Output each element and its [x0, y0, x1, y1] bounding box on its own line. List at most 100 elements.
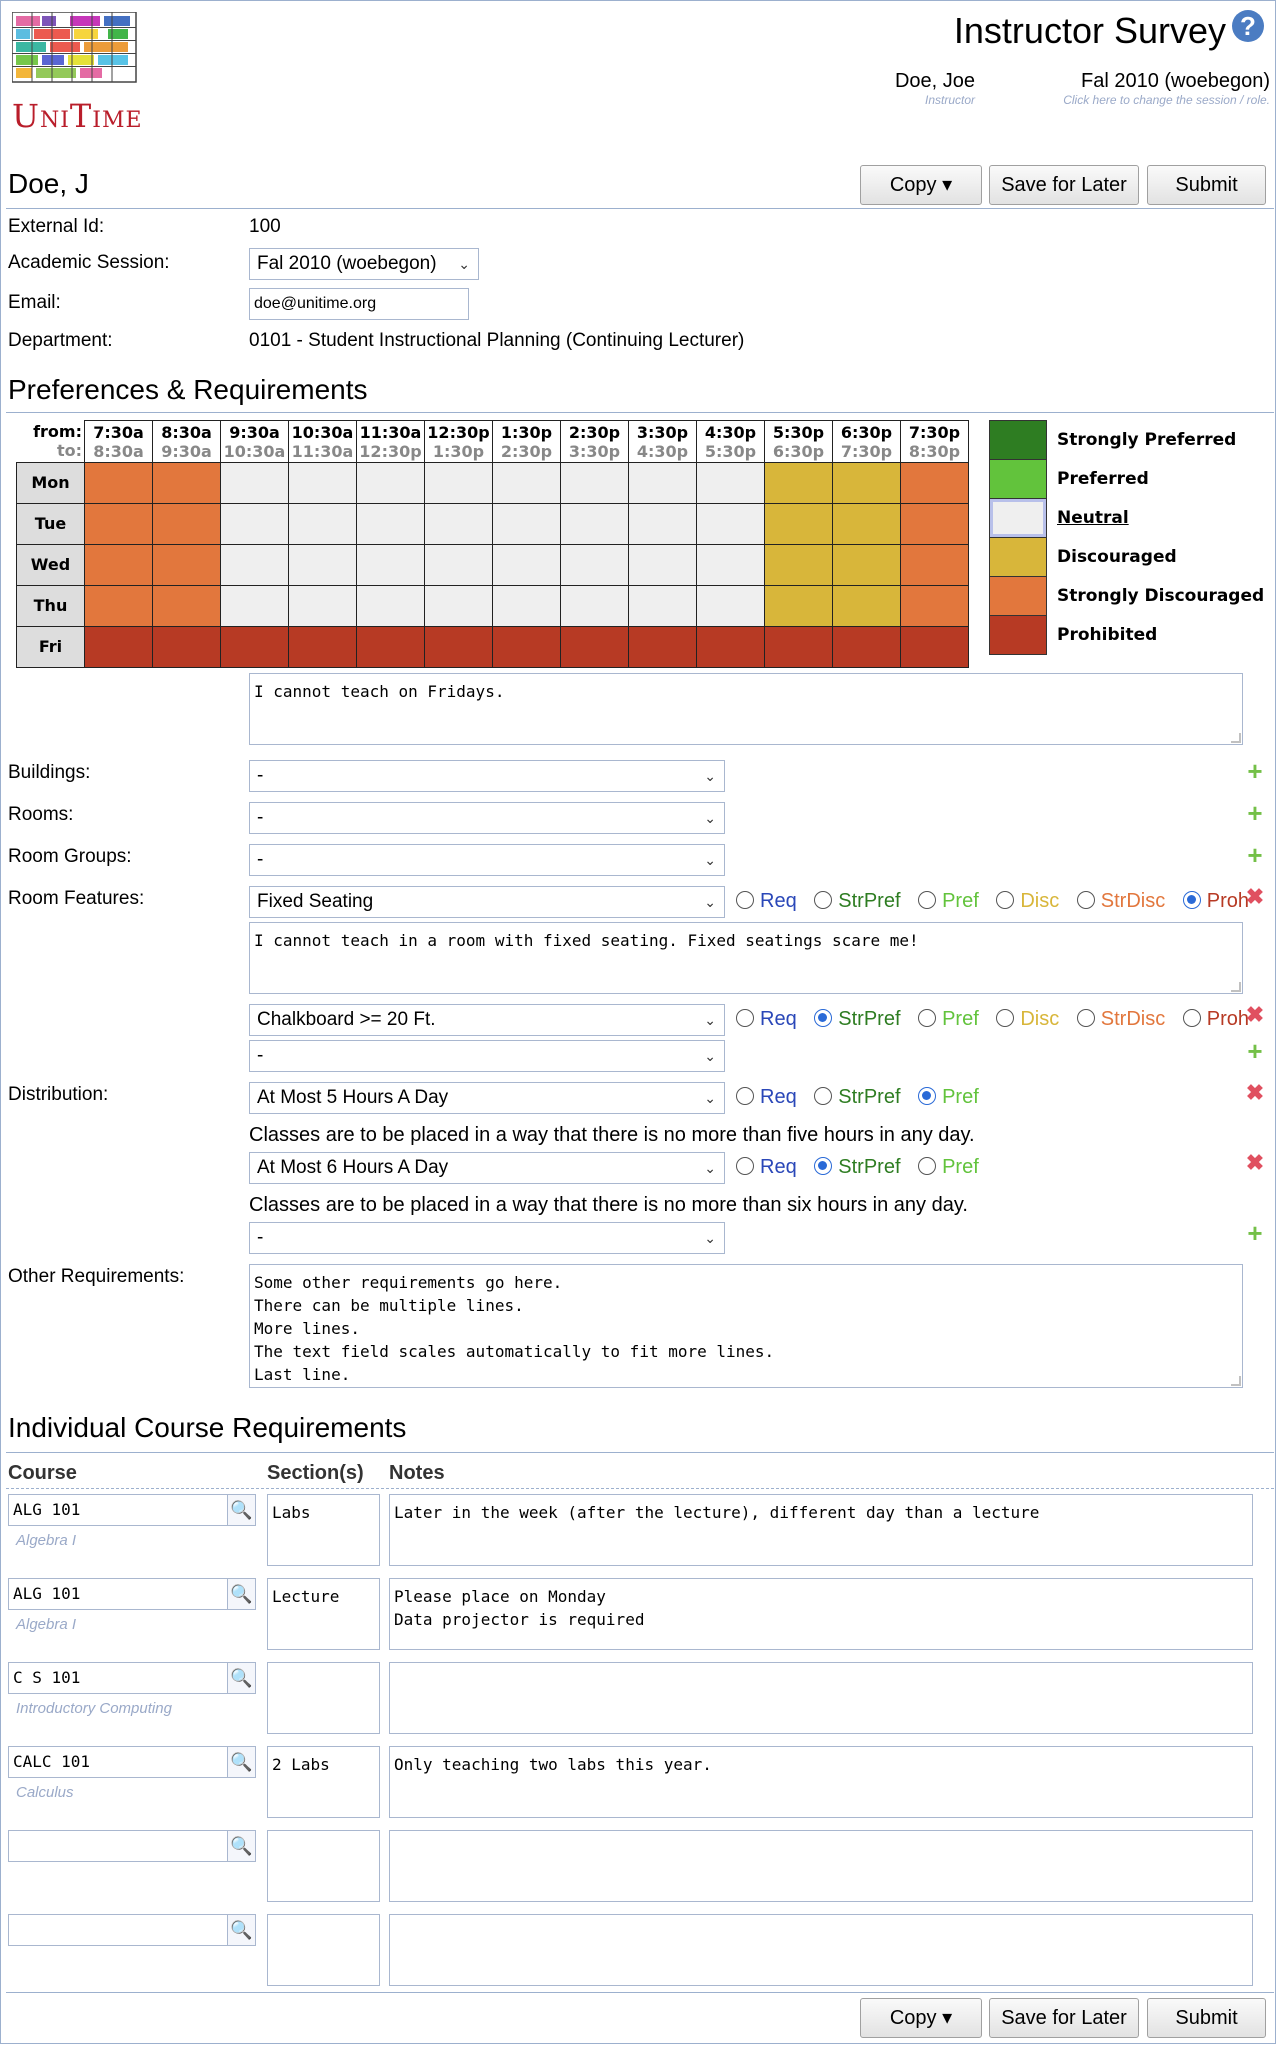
search-icon[interactable]: 🔍	[228, 1746, 256, 1778]
level-req[interactable]: Req	[736, 1156, 797, 1178]
level-pref[interactable]: Pref	[918, 1008, 979, 1030]
time-cell[interactable]	[764, 503, 833, 545]
time-cell[interactable]	[900, 626, 969, 668]
time-cell[interactable]	[424, 503, 493, 545]
time-cell[interactable]	[628, 462, 697, 504]
time-cell[interactable]	[492, 585, 561, 627]
course-field[interactable]	[8, 1830, 228, 1862]
time-column-header[interactable]: 3:30p 4:30p	[628, 420, 697, 463]
time-cell[interactable]	[356, 544, 425, 586]
feature-1-select[interactable]: Fixed Seating ⌄	[249, 886, 725, 918]
room-groups-select[interactable]: - ⌄	[249, 844, 725, 876]
notes-field[interactable]	[389, 1914, 1253, 1986]
level-pref[interactable]: Pref	[918, 1156, 979, 1178]
time-cell[interactable]	[696, 503, 765, 545]
level-strdisc[interactable]: StrDisc	[1076, 890, 1165, 912]
time-column-header[interactable]: 1:30p 2:30p	[492, 420, 561, 463]
time-cell[interactable]	[288, 585, 357, 627]
remove-feature-2-icon[interactable]: ✖	[1244, 1004, 1266, 1026]
time-cell[interactable]	[900, 462, 969, 504]
time-cell[interactable]	[560, 585, 629, 627]
level-proh[interactable]: Proh	[1182, 890, 1249, 912]
day-row-header[interactable]: Mon	[16, 462, 85, 504]
time-cell[interactable]	[356, 585, 425, 627]
time-cell[interactable]	[492, 462, 561, 504]
level-pref[interactable]: Pref	[918, 1086, 979, 1108]
day-row-header[interactable]: Thu	[16, 585, 85, 627]
time-cell[interactable]	[84, 544, 153, 586]
time-cell[interactable]	[628, 626, 697, 668]
time-cell[interactable]	[764, 585, 833, 627]
time-column-header[interactable]: 8:30a 9:30a	[152, 420, 221, 463]
notes-field[interactable]: Please place on Monday Data projector is…	[389, 1578, 1253, 1650]
level-proh[interactable]: Proh	[1182, 1008, 1249, 1030]
legend-label[interactable]: Discouraged	[1057, 547, 1177, 567]
buildings-select[interactable]: - ⌄	[249, 760, 725, 792]
legend-label[interactable]: Strongly Preferred	[1057, 430, 1236, 450]
time-cell[interactable]	[492, 503, 561, 545]
legend-swatch[interactable]	[989, 615, 1047, 655]
legend-label[interactable]: Strongly Discouraged	[1057, 586, 1264, 606]
course-field[interactable]: ALG 101	[8, 1494, 228, 1526]
time-cell[interactable]	[424, 544, 493, 586]
level-strpref[interactable]: StrPref	[814, 1008, 901, 1030]
time-column-header[interactable]: 7:30p 8:30p	[900, 420, 969, 463]
level-req[interactable]: Req	[736, 1086, 797, 1108]
time-column-header[interactable]: 10:30a 11:30a	[288, 420, 357, 463]
sections-field[interactable]: 2 Labs	[267, 1746, 380, 1818]
course-field[interactable]: ALG 101	[8, 1578, 228, 1610]
time-cell[interactable]	[220, 503, 289, 545]
add-feature-icon[interactable]: +	[1244, 1038, 1266, 1064]
time-cell[interactable]	[220, 462, 289, 504]
time-cell[interactable]	[152, 585, 221, 627]
sections-field[interactable]: Labs	[267, 1494, 380, 1566]
time-cell[interactable]	[288, 544, 357, 586]
session-info[interactable]: Fal 2010 (woebegon) Click here to change…	[1000, 70, 1270, 107]
notes-field[interactable]	[389, 1662, 1253, 1734]
save-for-later-button[interactable]: Save for Later	[989, 165, 1139, 205]
time-cell[interactable]	[900, 585, 969, 627]
time-cell[interactable]	[220, 626, 289, 668]
level-strdisc[interactable]: StrDisc	[1076, 1008, 1165, 1030]
submit-button[interactable]: Submit	[1147, 165, 1266, 205]
time-column-header[interactable]: 5:30p 6:30p	[764, 420, 833, 463]
help-icon[interactable]: ?	[1232, 10, 1264, 42]
copy-button-bottom[interactable]: Copy ▾	[860, 1998, 982, 2038]
legend-swatch[interactable]	[989, 420, 1047, 460]
add-room-group-icon[interactable]: +	[1244, 842, 1266, 868]
legend-label[interactable]: Neutral	[1057, 508, 1129, 528]
notes-field[interactable]: Only teaching two labs this year.	[389, 1746, 1253, 1818]
time-cell[interactable]	[424, 626, 493, 668]
sections-field[interactable]	[267, 1914, 380, 1986]
time-cell[interactable]	[764, 544, 833, 586]
time-cell[interactable]	[356, 462, 425, 504]
search-icon[interactable]: 🔍	[228, 1914, 256, 1946]
search-icon[interactable]: 🔍	[228, 1662, 256, 1694]
time-cell[interactable]	[832, 462, 901, 504]
time-cell[interactable]	[628, 544, 697, 586]
level-strpref[interactable]: StrPref	[814, 1086, 901, 1108]
legend-label[interactable]: Prohibited	[1057, 625, 1157, 645]
time-cell[interactable]	[900, 544, 969, 586]
time-cell[interactable]	[288, 503, 357, 545]
time-cell[interactable]	[764, 462, 833, 504]
level-disc[interactable]: Disc	[996, 890, 1059, 912]
sections-field[interactable]	[267, 1830, 380, 1902]
time-cell[interactable]	[696, 462, 765, 504]
add-building-icon[interactable]: +	[1244, 758, 1266, 784]
time-cell[interactable]	[220, 544, 289, 586]
time-cell[interactable]	[356, 503, 425, 545]
time-cell[interactable]	[560, 462, 629, 504]
time-cell[interactable]	[220, 585, 289, 627]
time-cell[interactable]	[696, 544, 765, 586]
time-cell[interactable]	[288, 626, 357, 668]
time-cell[interactable]	[832, 503, 901, 545]
time-cell[interactable]	[424, 462, 493, 504]
day-row-header[interactable]: Wed	[16, 544, 85, 586]
legend-swatch[interactable]	[989, 576, 1047, 616]
level-req[interactable]: Req	[736, 1008, 797, 1030]
notes-field[interactable]: Later in the week (after the lecture), d…	[389, 1494, 1253, 1566]
time-column-header[interactable]: 4:30p 5:30p	[696, 420, 765, 463]
time-column-header[interactable]: 6:30p 7:30p	[832, 420, 901, 463]
time-cell[interactable]	[356, 626, 425, 668]
